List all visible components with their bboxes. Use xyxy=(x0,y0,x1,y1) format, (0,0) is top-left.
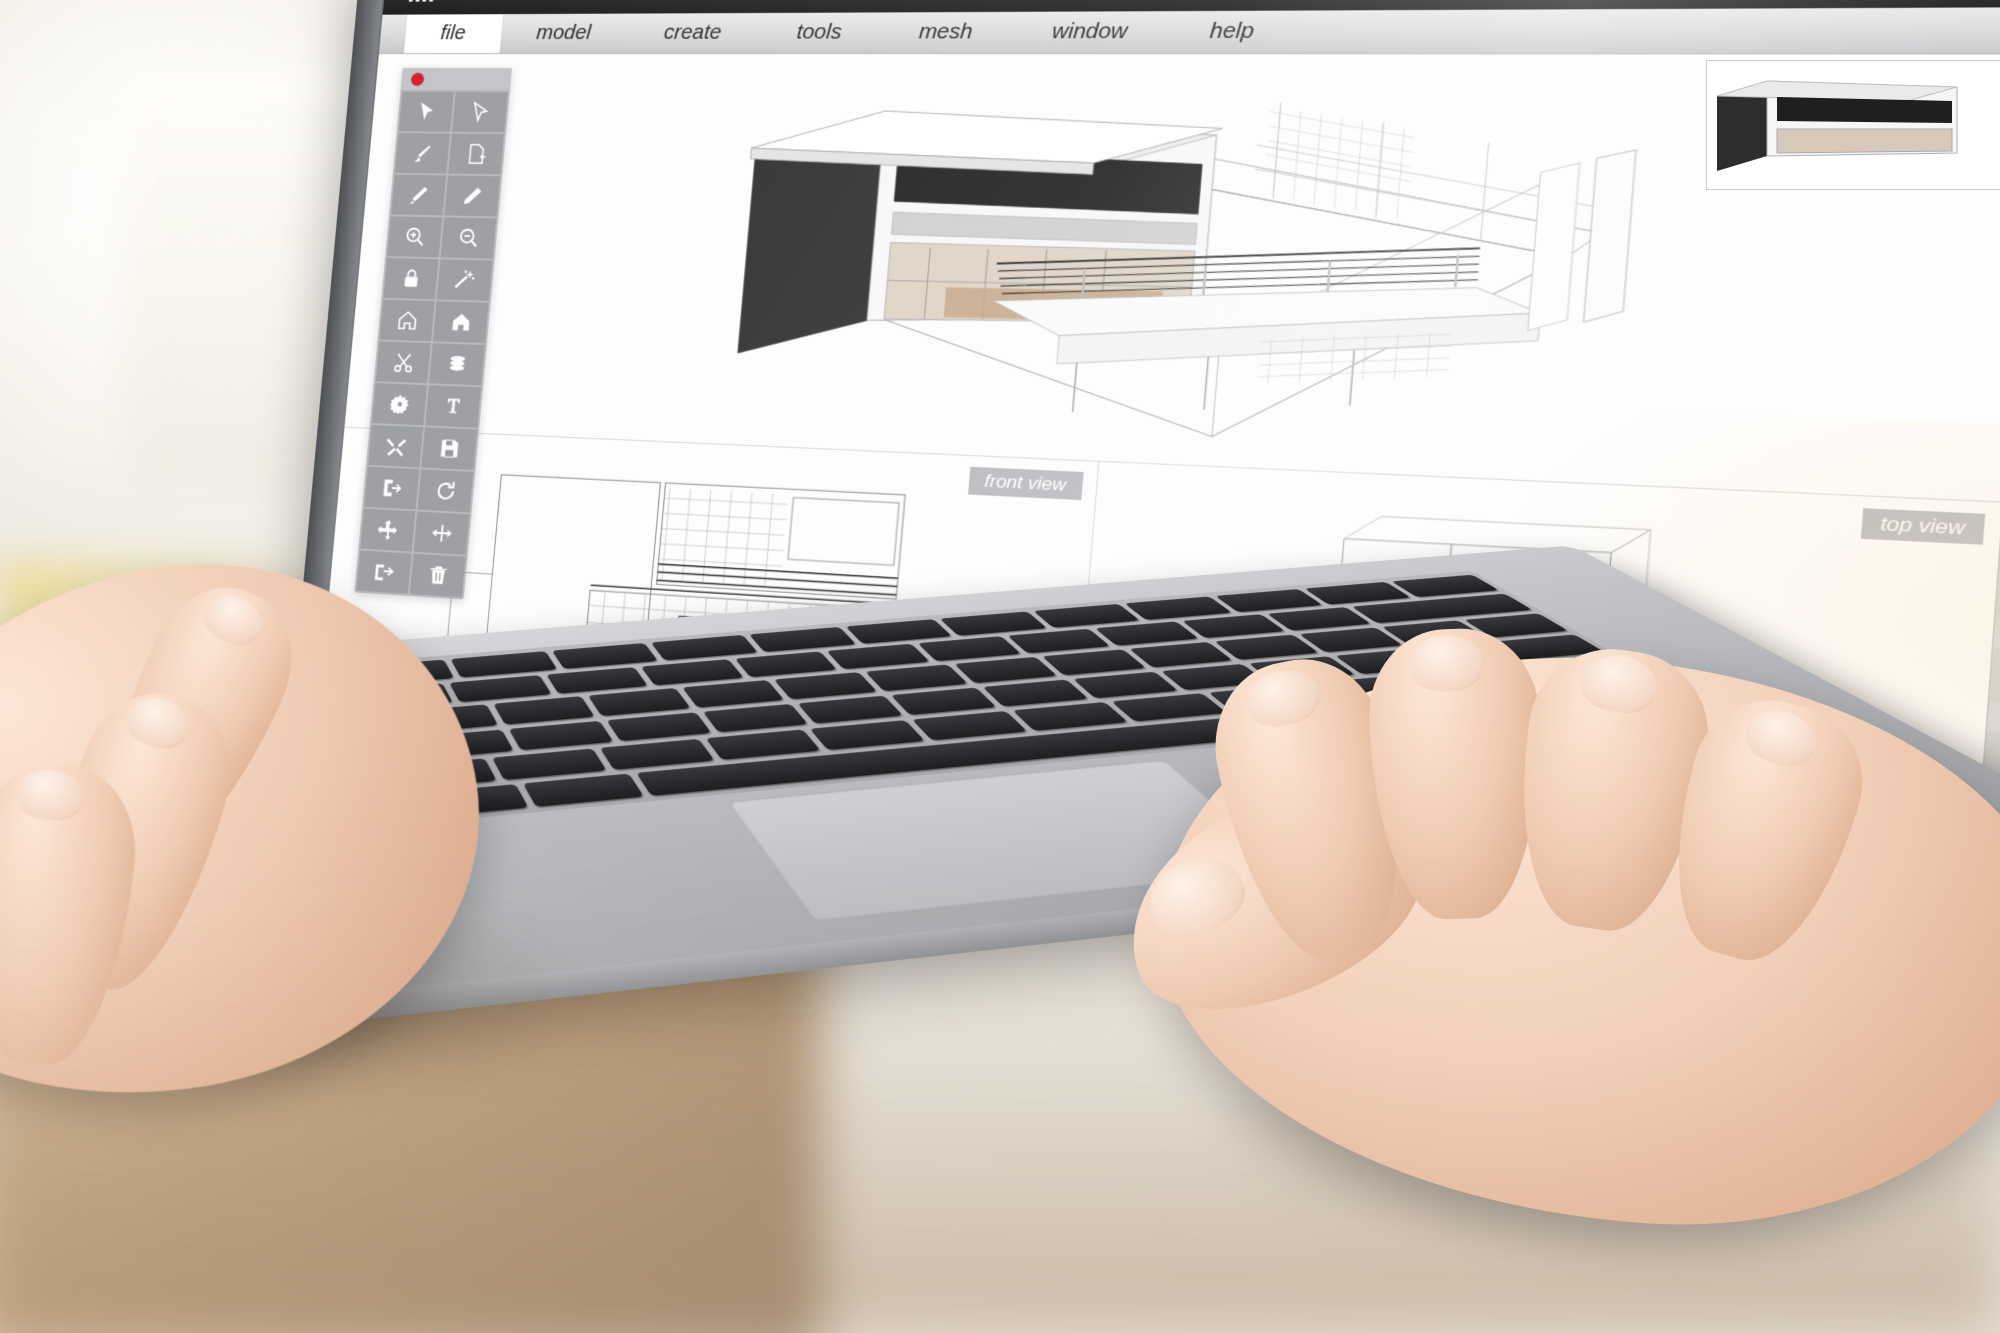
svg-text:T: T xyxy=(446,396,460,418)
toolbar-item-model[interactable]: model xyxy=(500,22,629,45)
brush-icon[interactable] xyxy=(394,133,450,174)
move-horizontal-icon[interactable] xyxy=(413,511,470,555)
fingernail xyxy=(14,766,86,824)
cursor-arrow-icon[interactable] xyxy=(398,91,454,132)
home-outline-icon[interactable] xyxy=(379,299,435,342)
photo-scene: Menu Edit Channels Browse file model cre… xyxy=(0,0,2000,1333)
toolbar-item-create[interactable]: create xyxy=(626,21,760,45)
gear-icon[interactable] xyxy=(371,383,427,426)
menubar-item-browse[interactable]: Browse xyxy=(889,0,1035,2)
toolbar-item-tools[interactable]: tools xyxy=(758,21,881,45)
laptop: Menu Edit Channels Browse file model cre… xyxy=(0,0,2000,1333)
layers-icon[interactable] xyxy=(429,343,485,386)
pencil-icon[interactable] xyxy=(444,175,501,217)
toolbar-item-help[interactable]: help xyxy=(1167,19,1297,44)
trash-icon[interactable] xyxy=(409,553,466,598)
speaker-icon xyxy=(448,0,474,4)
text-tool-icon[interactable]: T xyxy=(425,385,481,428)
signal-icon xyxy=(408,0,435,2)
toolbar-item-window[interactable]: window xyxy=(1011,20,1169,45)
export-icon[interactable] xyxy=(364,466,420,510)
fingernail xyxy=(197,586,270,653)
right-hand-shadow xyxy=(1200,1010,1960,1250)
refresh-icon[interactable] xyxy=(417,469,474,513)
save-floppy-icon[interactable] xyxy=(421,427,478,471)
palette-header xyxy=(400,67,512,91)
move-all-icon[interactable] xyxy=(360,508,416,552)
scissors-icon[interactable] xyxy=(375,341,431,384)
preview-model-render xyxy=(1716,80,1958,171)
zoom-out-icon[interactable] xyxy=(440,217,497,259)
offscreen-preview-thumbnail xyxy=(1706,60,2000,190)
magic-wand-icon[interactable] xyxy=(436,259,493,301)
new-page-icon[interactable] xyxy=(448,133,504,175)
toolbar-item-file[interactable]: file xyxy=(404,14,503,54)
menubar-item-channels[interactable]: Channels xyxy=(730,0,891,3)
palette-record-dot-icon xyxy=(410,72,425,86)
home-filled-icon[interactable] xyxy=(432,301,489,344)
pen-icon[interactable] xyxy=(391,174,447,216)
zoom-in-icon[interactable] xyxy=(387,216,443,258)
secondary-toolbar: file model create tools mesh window help xyxy=(378,5,2000,55)
lock-icon[interactable] xyxy=(383,258,439,300)
cursor-arrow-outline-icon[interactable] xyxy=(452,91,508,133)
wrench-screwdriver-icon[interactable] xyxy=(368,424,424,468)
share-icon[interactable] xyxy=(356,550,412,594)
toolbar-item-mesh[interactable]: mesh xyxy=(879,20,1013,44)
menubar-item-edit[interactable]: Edit xyxy=(630,0,732,3)
left-hand-shadow xyxy=(0,880,580,1100)
menubar-icons xyxy=(408,0,473,5)
menubar-item-menu[interactable]: Menu xyxy=(517,0,633,4)
